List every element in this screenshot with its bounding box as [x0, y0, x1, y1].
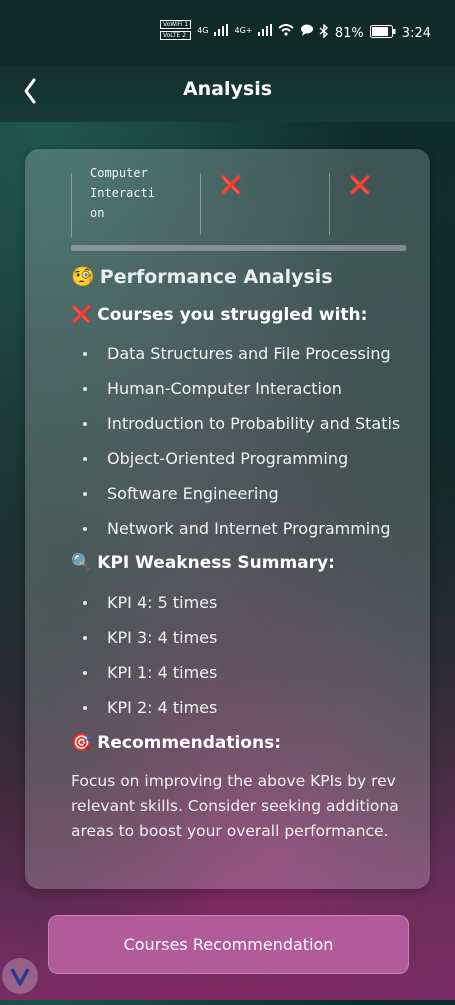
- app-logo-icon: [2, 958, 38, 994]
- bullet: [83, 351, 87, 356]
- list-item-text: Software Engineering: [107, 484, 279, 503]
- bullet: [83, 600, 87, 605]
- list-item: Data Structures and File Processing: [71, 336, 406, 371]
- bullet: [83, 386, 87, 391]
- signal-bars-icon-2: [258, 21, 273, 40]
- course-name: Computer Interacti on: [90, 166, 156, 220]
- list-item: Software Engineering: [71, 476, 406, 511]
- courses-recommendation-button[interactable]: Courses Recommendation: [48, 915, 409, 974]
- list-item: KPI 2: 4 times: [71, 690, 406, 725]
- kpi-list: KPI 4: 5 times KPI 3: 4 times KPI 1: 4 t…: [71, 585, 406, 725]
- page-title: Analysis: [182, 78, 273, 100]
- sim2-label: VoLTE 2: [160, 31, 192, 40]
- bluetooth-icon: [319, 23, 329, 42]
- bullet: [83, 491, 87, 496]
- list-item-text: KPI 1: 4 times: [107, 663, 218, 682]
- list-item-text: Network and Internet Programming: [107, 519, 391, 538]
- sim1-label: VoWiFi 1: [160, 20, 192, 29]
- bullet: [83, 421, 87, 426]
- clock: 3:24: [401, 25, 431, 41]
- list-item-text: Data Structures and File Processing: [107, 344, 391, 363]
- list-item-text: Object-Oriented Programming: [107, 449, 349, 468]
- signal-indicators: VoWiFi 1 VoLTE 2 4G 4G+: [160, 20, 314, 40]
- table-cell-mark-2: ❌: [329, 173, 407, 235]
- table-cell-mark-1: ❌: [200, 173, 330, 235]
- list-item: Network and Internet Programming: [71, 511, 406, 546]
- list-item-text: KPI 4: 5 times: [107, 593, 218, 612]
- chat-bubble-icon: [300, 21, 314, 40]
- horizontal-scrollbar[interactable]: [71, 245, 406, 251]
- list-item: Introduction to Probability and Statis: [71, 406, 406, 441]
- subsection-title: Courses you struggled with:: [97, 305, 368, 325]
- list-item: KPI 4: 5 times: [71, 585, 406, 620]
- x-mark-icon: ❌: [220, 175, 243, 196]
- results-table[interactable]: Computer Interacti on ❌ ❌: [71, 166, 407, 237]
- target-icon: 🎯: [71, 733, 93, 753]
- x-mark-icon: ❌: [349, 175, 372, 196]
- list-item-text: Human-Computer Interaction: [107, 379, 342, 398]
- network-type-2: 4G+: [234, 25, 253, 35]
- bullet: [83, 705, 87, 710]
- list-item-text: KPI 3: 4 times: [107, 628, 218, 647]
- network-type-1: 4G: [197, 25, 209, 35]
- logo-v-icon: [10, 968, 30, 986]
- list-item: KPI 3: 4 times: [71, 620, 406, 655]
- section-title: Performance Analysis: [99, 266, 333, 288]
- subsection-title: Recommendations:: [97, 733, 281, 753]
- status-right: 81% 3:24: [319, 23, 431, 42]
- battery-icon: [369, 24, 396, 42]
- struggled-heading: ❌ Courses you struggled with:: [71, 305, 406, 325]
- subsection-title: KPI Weakness Summary:: [97, 553, 335, 573]
- signal-bars-icon: [214, 21, 229, 40]
- status-bar: VoWiFi 1 VoLTE 2 4G 4G+ 81% 3:24: [0, 0, 455, 66]
- app-header: Analysis: [0, 66, 455, 122]
- course-list: Data Structures and File Processing Huma…: [71, 336, 406, 546]
- wifi-icon: [278, 21, 295, 40]
- list-item: Object-Oriented Programming: [71, 441, 406, 476]
- recommendations-text: Focus on improving the above KPIs by rev…: [71, 769, 406, 844]
- bullet: [83, 526, 87, 531]
- list-item: Human-Computer Interaction: [71, 371, 406, 406]
- list-item-text: Introduction to Probability and Statis: [107, 414, 401, 433]
- x-mark-icon: ❌: [71, 305, 93, 325]
- magnifier-icon: 🔍: [71, 553, 93, 573]
- kpi-heading: 🔍 KPI Weakness Summary:: [71, 553, 406, 573]
- bullet: [83, 670, 87, 675]
- bullet: [83, 635, 87, 640]
- list-item-text: KPI 2: 4 times: [107, 698, 218, 717]
- paragraph-line: areas to boost your overall performance.: [71, 822, 389, 840]
- table-cell-course: Computer Interacti on: [72, 166, 201, 235]
- battery-percent: 81%: [334, 25, 364, 41]
- performance-heading: 🧐 Performance Analysis: [71, 265, 406, 288]
- recommendations-heading: 🎯 Recommendations:: [71, 733, 406, 753]
- paragraph-line: Focus on improving the above KPIs by rev: [71, 772, 396, 790]
- monocle-face-icon: 🧐: [71, 266, 95, 288]
- bullet: [83, 456, 87, 461]
- analysis-card[interactable]: Computer Interacti on ❌ ❌ 🧐 Performance …: [25, 149, 430, 889]
- paragraph-line: relevant skills. Consider seeking additi…: [71, 797, 399, 815]
- list-item: KPI 1: 4 times: [71, 655, 406, 690]
